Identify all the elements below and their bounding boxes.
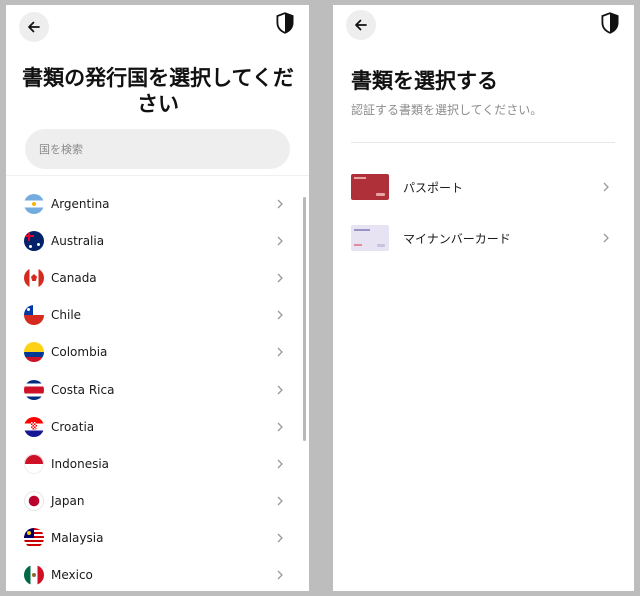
australia-flag-icon: [24, 230, 44, 251]
country-name: Chile: [51, 308, 82, 323]
page-subtitle: 認証する書類を選択してください。: [351, 103, 543, 117]
chevron-right-icon: [277, 571, 283, 580]
chevron-right-icon: [277, 236, 283, 246]
country-selection-screen: 書類の発行国を選択してください Argentina Australia: [6, 5, 309, 591]
malaysia-flag-icon: [24, 528, 44, 549]
back-arrow-icon: [355, 19, 367, 31]
divider: [351, 142, 615, 143]
indonesia-flag-icon: [24, 453, 44, 474]
chevron-right-icon: [277, 310, 283, 320]
page-title: 書類の発行国を選択してください: [22, 66, 294, 116]
mexico-flag-icon: [24, 565, 44, 586]
passport-thumbnail: [351, 174, 389, 200]
country-name: Malaysia: [51, 531, 104, 546]
chevron-right-icon: [277, 385, 283, 394]
canada-flag-icon: [24, 267, 44, 288]
country-name: Japan: [51, 494, 85, 509]
shield-icon: [276, 12, 294, 34]
colombia-flag-icon: [24, 342, 44, 363]
country-row-japan[interactable]: Japan: [6, 483, 309, 520]
country-name: Mexico: [51, 568, 93, 583]
country-row-costa-rica[interactable]: Costa Rica: [6, 371, 309, 408]
document-label: パスポート: [403, 180, 464, 195]
divider: [6, 175, 309, 176]
chevron-right-icon: [603, 233, 609, 243]
country-row-croatia[interactable]: Croatia: [6, 408, 309, 445]
country-list: Argentina Australia Canada Chile Colombi…: [6, 185, 309, 591]
country-row-argentina[interactable]: Argentina: [6, 185, 309, 222]
page-title: 書類を選択する: [351, 69, 498, 93]
chevron-right-icon: [277, 422, 283, 432]
country-row-australia[interactable]: Australia: [6, 222, 309, 259]
costa-rica-flag-icon: [24, 379, 44, 400]
chevron-right-icon: [277, 347, 283, 357]
country-search-input[interactable]: [25, 129, 290, 169]
croatia-flag-icon: [24, 416, 44, 437]
shield-icon: [601, 12, 619, 34]
back-button[interactable]: [346, 10, 376, 40]
chevron-right-icon: [277, 199, 283, 209]
argentina-flag-icon: [24, 193, 44, 214]
country-name: Australia: [51, 233, 105, 248]
country-row-malaysia[interactable]: Malaysia: [6, 520, 309, 557]
back-button[interactable]: [19, 12, 49, 42]
chevron-right-icon: [277, 273, 283, 283]
country-row-colombia[interactable]: Colombia: [6, 334, 309, 371]
country-name: Indonesia: [51, 456, 110, 471]
country-name: Canada: [51, 270, 97, 285]
country-row-mexico[interactable]: Mexico: [6, 557, 309, 591]
scrollbar[interactable]: [303, 197, 306, 441]
country-name: Argentina: [51, 196, 110, 211]
back-arrow-icon: [28, 21, 40, 33]
my-number-card-thumbnail: [351, 225, 389, 251]
chevron-right-icon: [277, 533, 283, 543]
country-name: Croatia: [51, 419, 95, 434]
country-name: Costa Rica: [51, 382, 115, 397]
chevron-right-icon: [603, 182, 609, 192]
country-row-canada[interactable]: Canada: [6, 259, 309, 296]
document-selection-screen: 書類を選択する 認証する書類を選択してください。 パスポート マイナンバーカード: [333, 5, 634, 591]
chevron-right-icon: [277, 459, 283, 469]
country-name: Colombia: [51, 345, 108, 360]
document-option-passport[interactable]: パスポート: [333, 165, 634, 209]
country-row-chile[interactable]: Chile: [6, 297, 309, 334]
document-label: マイナンバーカード: [403, 231, 511, 246]
chile-flag-icon: [24, 305, 44, 326]
country-row-indonesia[interactable]: Indonesia: [6, 445, 309, 482]
japan-flag-icon: [24, 491, 44, 512]
document-option-my-number-card[interactable]: マイナンバーカード: [333, 216, 634, 260]
chevron-right-icon: [277, 496, 283, 506]
